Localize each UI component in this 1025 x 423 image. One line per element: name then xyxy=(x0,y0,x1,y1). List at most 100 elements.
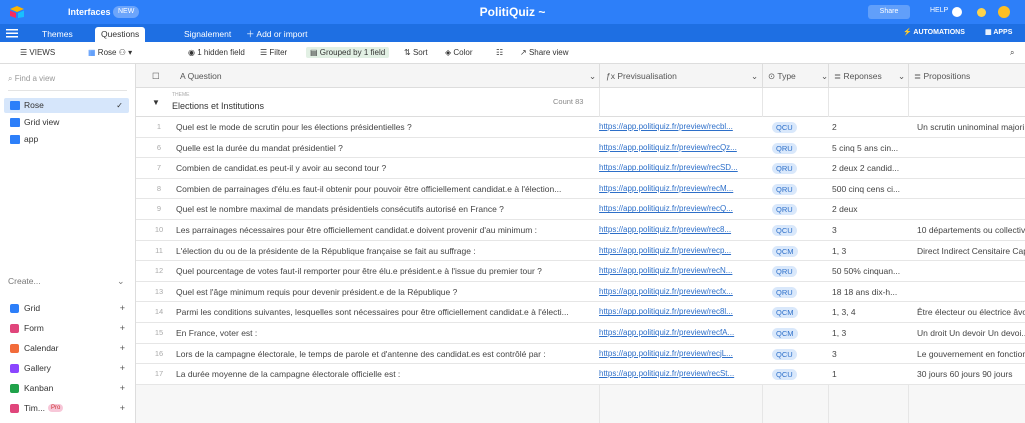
filter-button[interactable]: ☰ Filter xyxy=(260,48,287,57)
column-header-reponses[interactable]: ≣ Reponses xyxy=(834,71,882,82)
row-number[interactable]: 7 xyxy=(146,158,172,178)
table-row[interactable]: 6 Quelle est la durée du mandat président… xyxy=(136,137,1025,159)
cell-propositions[interactable]: Un scrutin uninominal majori... xyxy=(917,117,1025,137)
column-header-question[interactable]: A Question xyxy=(180,71,222,81)
create-gallery-view[interactable]: Gallery + xyxy=(10,360,125,376)
table-row[interactable]: 16 Lors de la campagne électorale, le tem… xyxy=(136,343,1025,365)
cell-type[interactable]: QRU xyxy=(772,179,822,199)
cell-preview-link[interactable]: https://app.politiquiz.fr/preview/rec8l.… xyxy=(599,302,762,322)
cell-preview-link[interactable]: https://app.politiquiz.fr/preview/recQz.… xyxy=(599,138,762,158)
cell-preview-link[interactable]: https://app.politiquiz.fr/preview/recfx.… xyxy=(599,282,762,302)
table-row[interactable]: 15 En France, voter est : https://app.poli… xyxy=(136,322,1025,344)
current-view-selector[interactable]: ▦ Rose ⚇ ▾ xyxy=(88,48,132,57)
cell-reponses[interactable]: 500 cinq cens ci... xyxy=(832,179,906,199)
table-row[interactable]: 11 L'élection du ou de la présidente de l… xyxy=(136,240,1025,262)
create-calendar-view[interactable]: Calendar + xyxy=(10,340,125,356)
cell-propositions[interactable]: 30 jours 60 jours 90 jours xyxy=(917,364,1025,384)
cell-type[interactable]: QCU xyxy=(772,117,822,137)
sidebar-view-grid[interactable]: Grid view xyxy=(4,115,129,130)
tab-questions[interactable]: Questions xyxy=(95,27,146,42)
menu-icon[interactable] xyxy=(6,28,18,38)
cell-question[interactable]: Combien de candidat.es peut-il y avoir a… xyxy=(172,158,587,178)
cell-type[interactable]: QRU xyxy=(772,138,822,158)
row-number[interactable]: 6 xyxy=(146,138,172,158)
find-view-input[interactable]: ⌕ Find a view xyxy=(8,74,55,84)
column-menu-icon[interactable]: ⌄ xyxy=(898,71,905,82)
color-button[interactable]: ◈ Color xyxy=(445,48,473,57)
cell-question[interactable]: Parmi les conditions suivantes, lesquell… xyxy=(172,302,587,322)
hidden-fields-button[interactable]: ◉ 1 hidden field xyxy=(188,48,245,57)
views-toggle[interactable]: ☰ VIEWS xyxy=(20,48,55,57)
cell-question[interactable]: L'élection du ou de la présidente de la … xyxy=(172,241,587,261)
create-timeline-view[interactable]: Tim... Pro + xyxy=(10,400,125,416)
cell-reponses[interactable]: 2 deux 2 candid... xyxy=(832,158,906,178)
table-row[interactable]: 14 Parmi les conditions suivantes, lesque… xyxy=(136,302,1025,323)
group-button[interactable]: ▤ Grouped by 1 field xyxy=(306,47,390,58)
cell-question[interactable]: En France, voter est : xyxy=(172,323,587,343)
cell-type[interactable]: QRU xyxy=(772,261,822,281)
add-import-button[interactable]: ＋ Add or import xyxy=(240,27,313,42)
cell-type[interactable]: QCM xyxy=(772,302,822,322)
notifications-icon[interactable] xyxy=(952,7,962,17)
row-number[interactable]: 12 xyxy=(146,261,172,281)
cell-reponses[interactable]: 3 xyxy=(832,220,906,240)
cell-question[interactable]: Quel pourcentage de votes faut-il rempor… xyxy=(172,261,587,281)
cell-preview-link[interactable]: https://app.politiquiz.fr/preview/recjL.… xyxy=(599,344,762,364)
cell-question[interactable]: Quel est le nombre maximal de mandats pr… xyxy=(172,199,587,219)
row-number[interactable]: 1 xyxy=(146,117,172,137)
cell-propositions[interactable]: Un droit Un devoir Un devoi... xyxy=(917,323,1025,343)
cell-propositions[interactable]: Être électeur ou électrice âvo... xyxy=(917,302,1025,322)
cell-propositions[interactable] xyxy=(917,179,1025,199)
cell-reponses[interactable]: 1, 3, 4 xyxy=(832,302,906,322)
cell-propositions[interactable]: 10 départements ou collectiv... xyxy=(917,220,1025,240)
row-number[interactable]: 8 xyxy=(146,179,172,199)
tab-signalement[interactable]: Signalement xyxy=(178,27,237,42)
table-row[interactable]: 13 Quel est l'âge minimum requis pour dev… xyxy=(136,281,1025,303)
cell-type[interactable]: QCU xyxy=(772,364,822,384)
row-number[interactable]: 9 xyxy=(146,199,172,219)
share-view-button[interactable]: ↗ Share view xyxy=(520,48,569,57)
column-menu-icon[interactable]: ⌄ xyxy=(751,71,758,82)
create-form-view[interactable]: Form + xyxy=(10,320,125,336)
row-number[interactable]: 16 xyxy=(146,344,172,364)
cell-question[interactable]: La durée moyenne de la campagne électora… xyxy=(172,364,587,384)
cell-reponses[interactable]: 1, 3 xyxy=(832,323,906,343)
collapse-group-icon[interactable]: ▼ xyxy=(152,98,160,107)
cell-preview-link[interactable]: https://app.politiquiz.fr/preview/recbl.… xyxy=(599,117,762,137)
cell-reponses[interactable]: 2 deux xyxy=(832,199,906,219)
table-row[interactable]: 7 Combien de candidat.es peut-il y avoir … xyxy=(136,158,1025,179)
row-number[interactable]: 13 xyxy=(146,282,172,302)
cell-propositions[interactable] xyxy=(917,158,1025,178)
create-kanban-view[interactable]: Kanban + xyxy=(10,380,125,396)
sort-button[interactable]: ⇅ Sort xyxy=(404,48,428,57)
table-row[interactable]: 10 Les parrainages nécessaires pour être … xyxy=(136,219,1025,241)
column-menu-icon[interactable]: ⌄ xyxy=(589,71,596,82)
cell-question[interactable]: Combien de parrainages d'élu.es faut-il … xyxy=(172,179,587,199)
share-button[interactable]: Share xyxy=(868,5,910,19)
row-height-icon[interactable]: ☷ xyxy=(496,48,503,57)
sidebar-view-rose[interactable]: Rose ✓ xyxy=(4,98,129,113)
cell-reponses[interactable]: 1 xyxy=(832,364,906,384)
cell-preview-link[interactable]: https://app.politiquiz.fr/preview/recM..… xyxy=(599,179,762,199)
cell-type[interactable]: QRU xyxy=(772,282,822,302)
create-grid-view[interactable]: Grid + xyxy=(10,300,125,316)
cell-preview-link[interactable]: https://app.politiquiz.fr/preview/recp..… xyxy=(599,241,762,261)
cell-propositions[interactable] xyxy=(917,138,1025,158)
row-number[interactable]: 17 xyxy=(146,364,172,384)
cell-propositions[interactable] xyxy=(917,261,1025,281)
cell-reponses[interactable]: 2 xyxy=(832,117,906,137)
cell-propositions[interactable] xyxy=(917,282,1025,302)
cell-preview-link[interactable]: https://app.politiquiz.fr/preview/recQ..… xyxy=(599,199,762,219)
avatar[interactable] xyxy=(998,6,1010,18)
group-header[interactable]: ▼ THEME Elections et Institutions Count … xyxy=(136,88,1025,117)
cell-preview-link[interactable]: https://app.politiquiz.fr/preview/rec8..… xyxy=(599,220,762,240)
select-all-checkbox[interactable]: ☐ xyxy=(152,71,160,82)
cell-question[interactable]: Quelle est la durée du mandat présidenti… xyxy=(172,138,587,158)
row-number[interactable]: 11 xyxy=(146,241,172,261)
column-header-previsualisation[interactable]: ƒx Previsualisation xyxy=(606,71,677,81)
cell-propositions[interactable] xyxy=(917,199,1025,219)
cell-type[interactable]: QCM xyxy=(772,241,822,261)
cell-preview-link[interactable]: https://app.politiquiz.fr/preview/recfA.… xyxy=(599,323,762,343)
apps-button[interactable]: ▦ APPS xyxy=(985,28,1012,36)
tab-themes[interactable]: Themes xyxy=(36,27,79,42)
